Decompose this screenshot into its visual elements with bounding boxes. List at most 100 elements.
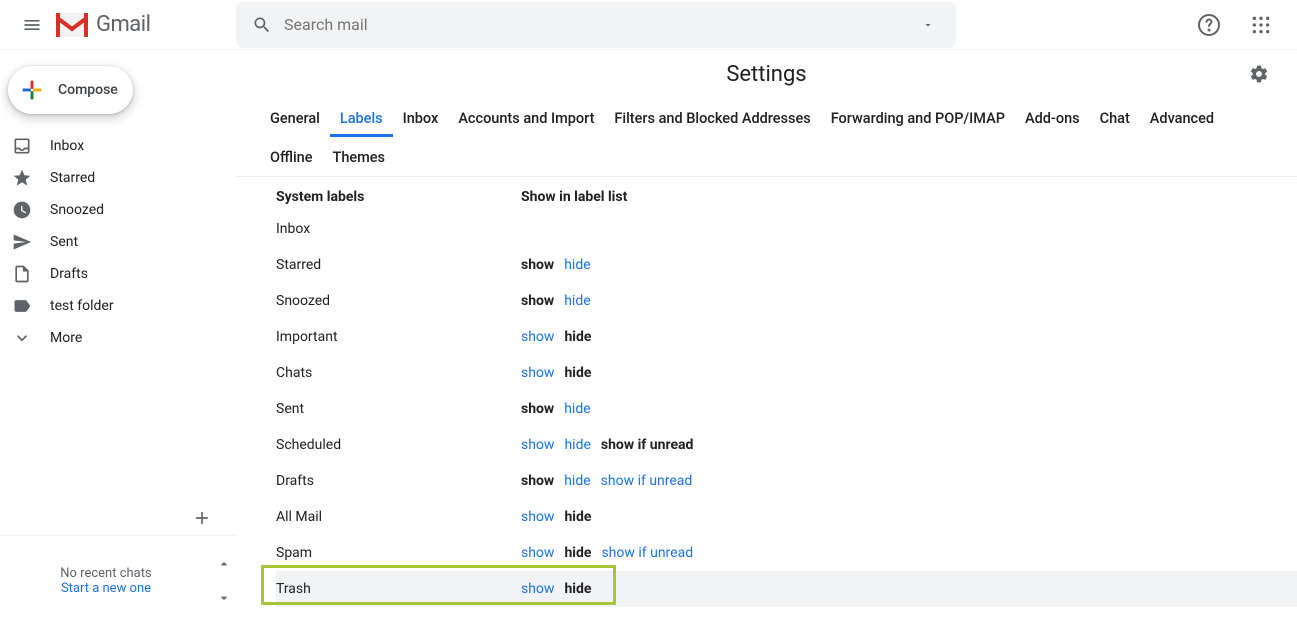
logo[interactable]: Gmail (56, 12, 236, 37)
tab-forwarding-and-pop-imap[interactable]: Forwarding and POP/IMAP (821, 98, 1015, 137)
hide-option: hide (564, 545, 601, 561)
sidebar-item-more[interactable]: More (0, 322, 236, 354)
settings-gear-button[interactable] (1239, 54, 1279, 94)
show-option[interactable]: show (521, 581, 564, 597)
tab-advanced[interactable]: Advanced (1140, 98, 1224, 137)
nav-label: Snoozed (50, 202, 104, 218)
label-row-spam: Spamshowhideshow if unread (276, 535, 1297, 571)
label-row-snoozed: Snoozedshowhide (276, 283, 1297, 319)
sidebar-item-sent[interactable]: Sent (0, 226, 236, 258)
label-row-all-mail: All Mailshowhide (276, 499, 1297, 535)
nav-label: Starred (50, 170, 95, 186)
label-name: Scheduled (276, 427, 521, 463)
show-option[interactable]: show (521, 545, 564, 561)
nav-list: Inbox Starred Snoozed Sent Drafts test folder… (0, 130, 236, 501)
label-row-sent: Sentshowhide (276, 391, 1297, 427)
caret-down-icon (922, 19, 934, 31)
logo-text: Gmail (96, 12, 150, 37)
tab-chat[interactable]: Chat (1090, 98, 1140, 137)
label-name: Starred (276, 247, 521, 283)
header: Gmail (0, 0, 1297, 50)
nav-label: Drafts (50, 266, 88, 282)
show-option: show (521, 257, 564, 273)
apps-grid-icon (1251, 15, 1271, 35)
sidebar-item-inbox[interactable]: Inbox (0, 130, 236, 162)
help-icon (1197, 13, 1221, 37)
show-option: show (521, 293, 564, 309)
main-content: Settings GeneralLabelsInboxAccounts and … (236, 50, 1297, 625)
tab-add-ons[interactable]: Add-ons (1015, 98, 1090, 137)
sidebar-item-test-folder[interactable]: test folder (0, 290, 236, 322)
search-options-button[interactable] (908, 19, 948, 31)
star-icon (12, 168, 32, 188)
nav-label: Inbox (50, 138, 84, 154)
hide-option: hide (564, 509, 601, 525)
send-icon (12, 232, 32, 252)
show-option[interactable]: show (521, 365, 564, 381)
label-options: showhide (521, 247, 1297, 283)
hide-option[interactable]: hide (564, 257, 600, 273)
label-row-starred: Starredshowhide (276, 247, 1297, 283)
show-option[interactable]: show (521, 509, 564, 525)
clock-icon (12, 200, 32, 220)
label-row-inbox: Inbox (276, 211, 1297, 247)
search-icon (252, 15, 272, 35)
hangouts-section: No recent chats Start a new one (0, 535, 236, 625)
label-name: Spam (276, 535, 521, 571)
label-icon (12, 296, 32, 316)
hide-option[interactable]: hide (564, 473, 600, 489)
label-name: All Mail (276, 499, 521, 535)
hide-option[interactable]: hide (564, 401, 600, 417)
label-options: showhide (521, 319, 1297, 355)
plus-icon (18, 76, 46, 104)
chat-scroll-up[interactable] (216, 556, 232, 572)
label-options: showhide (521, 571, 1297, 607)
show-if-unread-option[interactable]: show if unread (601, 473, 703, 489)
inbox-icon (12, 136, 32, 156)
sidebar-item-snoozed[interactable]: Snoozed (0, 194, 236, 226)
compose-button[interactable]: Compose (8, 66, 133, 114)
hide-option: hide (564, 581, 601, 597)
hide-option: hide (564, 329, 601, 345)
chat-scroll-down[interactable] (216, 590, 232, 606)
label-options: showhide (521, 355, 1297, 391)
labels-settings-content: System labels Show in label list InboxSt… (236, 177, 1297, 625)
label-options (521, 211, 1297, 247)
label-name: Drafts (276, 463, 521, 499)
show-if-unread-option[interactable]: show if unread (601, 545, 703, 561)
search-input[interactable] (284, 15, 908, 34)
gear-icon (1249, 64, 1269, 84)
hamburger-icon (22, 15, 42, 35)
hide-option[interactable]: hide (564, 293, 600, 309)
apps-button[interactable] (1241, 5, 1281, 45)
show-option[interactable]: show (521, 437, 564, 453)
plus-small-icon (192, 508, 212, 528)
settings-tabs: GeneralLabelsInboxAccounts and ImportFil… (236, 98, 1297, 177)
new-label-button[interactable] (192, 508, 212, 528)
compose-label: Compose (58, 82, 118, 98)
support-button[interactable] (1189, 5, 1229, 45)
tab-labels[interactable]: Labels (330, 98, 393, 137)
start-chat-link[interactable]: Start a new one (61, 581, 151, 596)
page-title: Settings (726, 62, 806, 87)
tab-filters-and-blocked-addresses[interactable]: Filters and Blocked Addresses (604, 98, 820, 137)
nav-label: Sent (50, 234, 78, 250)
nav-label: More (50, 330, 82, 346)
label-options: showhideshow if unread (521, 427, 1297, 463)
sidebar-item-drafts[interactable]: Drafts (0, 258, 236, 290)
sidebar-item-starred[interactable]: Starred (0, 162, 236, 194)
tab-offline[interactable]: Offline (260, 137, 323, 176)
hide-option[interactable]: hide (564, 437, 600, 453)
tab-themes[interactable]: Themes (323, 137, 396, 176)
tab-accounts-and-import[interactable]: Accounts and Import (448, 98, 604, 137)
main-menu-button[interactable] (8, 1, 56, 49)
label-options: showhide (521, 391, 1297, 427)
chevron-down-icon (216, 590, 232, 606)
show-option[interactable]: show (521, 329, 564, 345)
tab-general[interactable]: General (260, 98, 330, 137)
header-actions (1189, 5, 1289, 45)
label-row-trash: Trashshowhide (276, 571, 1297, 607)
tab-inbox[interactable]: Inbox (393, 98, 449, 137)
search-bar[interactable] (236, 2, 956, 48)
hide-option: hide (564, 365, 601, 381)
